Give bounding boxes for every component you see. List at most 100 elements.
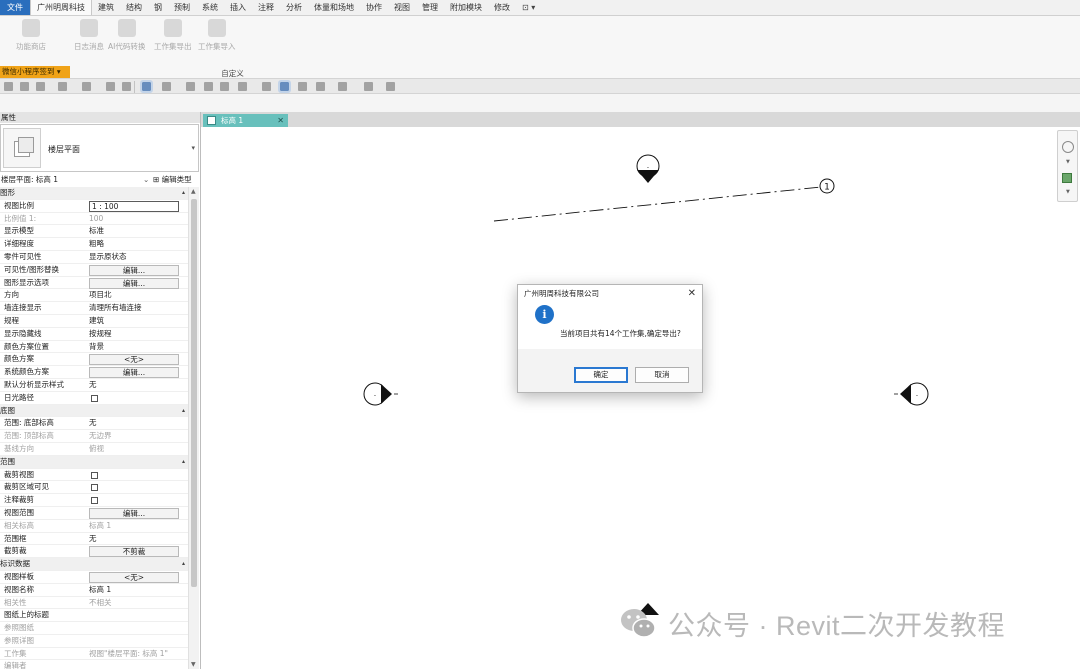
scrollbar-thumb[interactable] xyxy=(191,199,197,587)
open-icon[interactable] xyxy=(4,82,13,91)
instance-filter[interactable]: 楼层平面: 标高 1 ⌄ ⊞ 编辑类型 xyxy=(0,173,199,186)
close-icon[interactable]: ✕ xyxy=(277,114,284,127)
property-value[interactable]: 无 xyxy=(89,533,97,546)
property-edit-button[interactable]: 编辑... xyxy=(89,507,179,519)
property-value[interactable]: 标准 xyxy=(89,225,104,238)
sync-icon[interactable] xyxy=(36,82,45,91)
measure-icon[interactable] xyxy=(122,82,131,91)
save-icon[interactable] xyxy=(20,82,29,91)
property-section-header[interactable]: 标识数据 ▴ xyxy=(0,558,188,571)
property-checkbox[interactable] xyxy=(91,394,98,402)
chevron-down-icon[interactable]: ⌄ xyxy=(143,173,149,186)
property-value[interactable]: 无 xyxy=(89,379,97,392)
print-icon[interactable] xyxy=(106,82,115,91)
property-value[interactable]: 无 xyxy=(89,417,97,430)
tab-precast[interactable]: 预制 xyxy=(168,0,196,15)
property-checkbox[interactable] xyxy=(91,484,98,492)
customize-toolbar-icon[interactable] xyxy=(386,82,395,91)
collapse-icon[interactable]: ▴ xyxy=(182,405,185,418)
tab-analyze[interactable]: 分析 xyxy=(280,0,308,15)
property-value[interactable]: 显示原状态 xyxy=(89,251,127,264)
property-section-header[interactable]: 图形 ▴ xyxy=(0,187,188,200)
property-edit-button[interactable]: 编辑... xyxy=(89,277,179,289)
scroll-up-icon[interactable]: ▲ xyxy=(191,188,196,195)
elevation-marker-east[interactable]: - xyxy=(894,382,929,406)
property-name: 范围框 xyxy=(4,533,27,543)
property-value[interactable]: 粗略 xyxy=(89,238,104,251)
tab-view[interactable]: 视图 xyxy=(388,0,416,15)
redo-icon[interactable] xyxy=(82,82,91,91)
ai-code-convert-button[interactable]: AI代码转换 xyxy=(108,19,145,52)
workset-export-button[interactable]: 工作集导出 xyxy=(154,19,192,52)
log-messages-button[interactable]: 日志消息 xyxy=(74,19,104,52)
tab-steel[interactable]: 钢 xyxy=(148,0,168,15)
collapse-icon[interactable]: ▴ xyxy=(182,187,185,200)
ribbon-minimize-toggle[interactable]: ⊡ ▾ xyxy=(516,0,541,15)
text-icon[interactable] xyxy=(220,82,229,91)
chevron-down-icon[interactable]: ▼ xyxy=(1066,159,1070,165)
close-icon[interactable]: ✕ xyxy=(688,286,696,302)
scroll-down-icon[interactable]: ▼ xyxy=(191,661,196,668)
wechat-signin-tab[interactable]: 微信小程序签到 ▾ xyxy=(0,66,70,78)
switch-windows-icon[interactable] xyxy=(298,82,307,91)
collapse-icon[interactable]: ▴ xyxy=(182,456,185,469)
tab-manage[interactable]: 管理 xyxy=(416,0,444,15)
chevron-down-icon[interactable]: ▼ xyxy=(1066,189,1070,195)
property-edit-button[interactable]: 编辑... xyxy=(89,367,179,379)
tab-annotate[interactable]: 注释 xyxy=(252,0,280,15)
view-tab-level-1[interactable]: 标高 1 ✕ xyxy=(203,114,288,127)
property-value[interactable]: 清理所有墙连接 xyxy=(89,302,142,315)
property-checkbox[interactable] xyxy=(91,497,98,505)
property-checkbox[interactable] xyxy=(91,471,98,479)
drawing-canvas[interactable]: - - - 1 xyxy=(201,127,1080,669)
property-edit-button[interactable]: 不剪裁 xyxy=(89,546,179,558)
properties-scrollbar[interactable]: ▲ ▼ xyxy=(188,187,199,669)
home-3d-icon[interactable] xyxy=(238,82,247,91)
tab-structure[interactable]: 结构 xyxy=(120,0,148,15)
tab-architecture[interactable]: 建筑 xyxy=(92,0,120,15)
tab-guangzhou-mingzhou[interactable]: 广州明周科技 xyxy=(30,0,92,15)
type-selector[interactable]: 楼层平面 ▾ xyxy=(0,124,199,172)
tab-insert[interactable]: 插入 xyxy=(224,0,252,15)
property-section-header[interactable]: 范围 ▴ xyxy=(0,455,188,469)
tab-systems[interactable]: 系统 xyxy=(196,0,224,15)
tab-file[interactable]: 文件 xyxy=(0,0,30,15)
property-value[interactable]: 背景 xyxy=(89,341,104,354)
tab-add-ins[interactable]: 附加模块 xyxy=(444,0,488,15)
tab-massing-site[interactable]: 体量和场地 xyxy=(308,0,360,15)
tag-icon[interactable] xyxy=(204,82,213,91)
elevation-marker-north[interactable]: - xyxy=(636,154,660,183)
collapse-icon[interactable]: ▴ xyxy=(182,558,185,571)
cancel-button[interactable]: 取消 xyxy=(635,367,689,383)
property-edit-button[interactable]: <无> xyxy=(89,354,179,366)
tab-modify[interactable]: 修改 xyxy=(488,0,516,15)
view-scale-input[interactable]: 1 : 100 xyxy=(89,200,179,212)
property-value[interactable]: 标高 1 xyxy=(89,584,111,597)
property-value[interactable]: 按规程 xyxy=(89,328,112,341)
workset-import-button[interactable]: 工作集导入 xyxy=(198,19,236,52)
steering-wheel-icon[interactable] xyxy=(1062,141,1074,153)
thin-lines-icon[interactable] xyxy=(140,80,153,93)
close-hidden-icon[interactable] xyxy=(278,80,291,93)
chevron-down-icon[interactable]: ▾ xyxy=(191,144,195,152)
property-edit-button[interactable]: <无> xyxy=(89,571,179,583)
property-section-header[interactable]: 底图 ▴ xyxy=(0,404,188,418)
settings-icon[interactable] xyxy=(364,82,373,91)
ok-button[interactable]: 确定 xyxy=(574,367,628,383)
tab-collaborate[interactable]: 协作 xyxy=(360,0,388,15)
property-name: 可见性/图形替换 xyxy=(4,264,60,274)
property-value[interactable]: 建筑 xyxy=(89,315,104,328)
undo-icon[interactable] xyxy=(58,82,67,91)
edit-type-button[interactable]: ⊞ 编辑类型 xyxy=(153,173,192,186)
elevation-marker-west[interactable]: - xyxy=(363,382,398,406)
grid-line-1[interactable]: 1 xyxy=(493,178,835,222)
wall-icon[interactable] xyxy=(162,82,171,91)
selection-icon[interactable] xyxy=(338,82,347,91)
zoom-icon[interactable] xyxy=(1062,173,1072,183)
property-value[interactable]: 项目北 xyxy=(89,289,112,302)
dimension-icon[interactable] xyxy=(186,82,195,91)
tile-icon[interactable] xyxy=(316,82,325,91)
property-edit-button[interactable]: 编辑... xyxy=(89,264,179,276)
store-button[interactable]: 功能商店 xyxy=(16,19,46,52)
section-icon[interactable] xyxy=(262,82,271,91)
